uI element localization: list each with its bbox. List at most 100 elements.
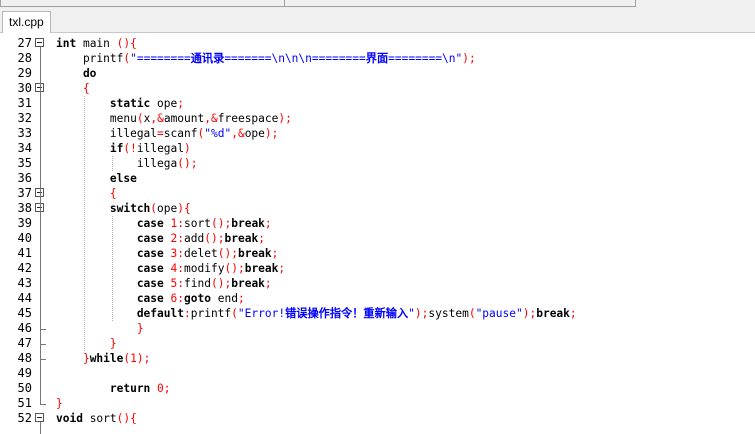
code-token: menu [56, 112, 137, 125]
code-text: void sort(){ [56, 411, 137, 426]
indent-guide [84, 96, 85, 351]
code-line[interactable]: 39 case 1:sort();break; [0, 216, 755, 231]
code-token: ope [150, 97, 178, 110]
code-token: ) [177, 202, 185, 215]
code-token: ; [285, 112, 292, 125]
code-line[interactable]: 31 static ope; [0, 96, 755, 111]
code-text: } [56, 336, 117, 351]
code-token: { [56, 187, 117, 200]
code-text: menu(x,&amount,&freespace); [56, 111, 292, 126]
code-token: break [231, 217, 265, 230]
code-text: { [56, 81, 90, 96]
code-line[interactable]: 32 menu(x,&amount,&freespace); [0, 111, 755, 126]
code-line[interactable]: 52 void sort(){ [0, 411, 755, 426]
code-token: } [56, 397, 63, 410]
code-token: ( [468, 307, 476, 320]
code-token: ( [136, 112, 144, 125]
code-token: { [130, 412, 137, 425]
code-line[interactable]: 37 { [0, 186, 755, 201]
code-token: } [56, 322, 144, 335]
code-text: default:printf("Error!错误操作指令！重新输入");syst… [56, 306, 577, 321]
code-line[interactable]: 28 printf("========通讯录=======\n\n\n=====… [0, 51, 755, 66]
code-text: } [56, 396, 63, 411]
code-line[interactable]: 40 case 2:add();break; [0, 231, 755, 246]
code-editor[interactable]: 27 int main (){28 printf("========通讯录====… [0, 33, 755, 434]
code-token: ) [136, 352, 144, 365]
code-token: } [56, 337, 117, 350]
code-token: illegal [56, 127, 158, 140]
code-token: ; [163, 382, 171, 395]
code-token: case [56, 247, 164, 260]
line-number: 29 [17, 66, 32, 80]
code-text: do [56, 66, 96, 81]
code-token: void [56, 412, 83, 425]
code-token: return [56, 382, 151, 395]
line-number: 48 [17, 351, 32, 365]
code-token: modify [184, 262, 225, 275]
code-token: ope [244, 127, 265, 140]
code-line[interactable]: 44 case 6:goto end; [0, 291, 755, 306]
code-line[interactable]: 43 case 5:find();break; [0, 276, 755, 291]
code-token: ) [264, 127, 272, 140]
code-token: find [184, 277, 211, 290]
code-token: system [428, 307, 469, 320]
code-token: 界面 [365, 52, 389, 65]
code-token: delet [184, 247, 218, 260]
line-number: 34 [17, 141, 32, 155]
code-line[interactable]: 36 else [0, 171, 755, 186]
code-line[interactable]: 34 if(!illegal) [0, 141, 755, 156]
code-token: ; [231, 247, 238, 260]
line-number: 33 [17, 126, 32, 140]
code-token: do [56, 67, 97, 80]
code-line[interactable]: 33 illegal=scanf("%d",&ope); [0, 126, 755, 141]
code-token: 1 [130, 352, 137, 365]
line-number: 40 [17, 231, 32, 245]
code-line[interactable]: 35 illega(); [0, 156, 755, 171]
code-line[interactable]: 38 switch(ope){ [0, 201, 755, 216]
code-line[interactable]: 50 return 0; [0, 381, 755, 396]
code-line[interactable]: 45 default:printf("Error!错误操作指令！重新输入");s… [0, 306, 755, 321]
code-token: ; [143, 352, 151, 365]
code-token: & [237, 127, 245, 140]
code-token: ) [462, 52, 469, 65]
line-number: 32 [17, 111, 32, 125]
code-text: illega(); [56, 156, 198, 171]
code-token: ; [258, 232, 265, 245]
code-token: = [157, 127, 164, 140]
file-tab-txl-cpp[interactable]: txl.cpp [2, 11, 51, 33]
code-line[interactable]: 47 } [0, 336, 755, 351]
code-token: sort [82, 412, 117, 425]
code-line[interactable]: 29 do [0, 66, 755, 81]
code-line[interactable]: 49 [0, 366, 755, 381]
line-number: 50 [17, 381, 32, 395]
code-token: ( [210, 277, 218, 290]
code-token: ; [278, 262, 286, 275]
code-line[interactable]: 27 int main (){ [0, 36, 755, 51]
code-line[interactable]: 51} [0, 396, 755, 411]
fold-guide-line [40, 212, 41, 329]
code-token: "======== [130, 52, 191, 65]
code-text: { [56, 186, 117, 201]
code-text: switch(ope){ [56, 201, 191, 216]
code-token: case [56, 292, 164, 305]
code-token: : [183, 307, 191, 320]
line-number: 37 [17, 186, 32, 200]
code-token: main [76, 37, 117, 50]
code-line[interactable]: 42 case 4:modify();break; [0, 261, 755, 276]
line-number: 42 [17, 261, 32, 275]
code-token: & [211, 112, 218, 125]
code-token: & [157, 112, 164, 125]
code-line[interactable]: 30 { [0, 81, 755, 96]
fold-toggle-icon[interactable] [35, 38, 44, 47]
code-token: ; [237, 292, 245, 305]
code-line[interactable]: 46 } [0, 321, 755, 336]
code-token: ( [204, 232, 211, 245]
fold-toggle-icon[interactable] [35, 413, 44, 422]
code-token: ) [231, 262, 238, 275]
code-line[interactable]: 48 }while(1); [0, 351, 755, 366]
line-number: 47 [17, 336, 32, 350]
line-number: 44 [17, 291, 32, 305]
code-line[interactable]: 41 case 3:delet();break; [0, 246, 755, 261]
